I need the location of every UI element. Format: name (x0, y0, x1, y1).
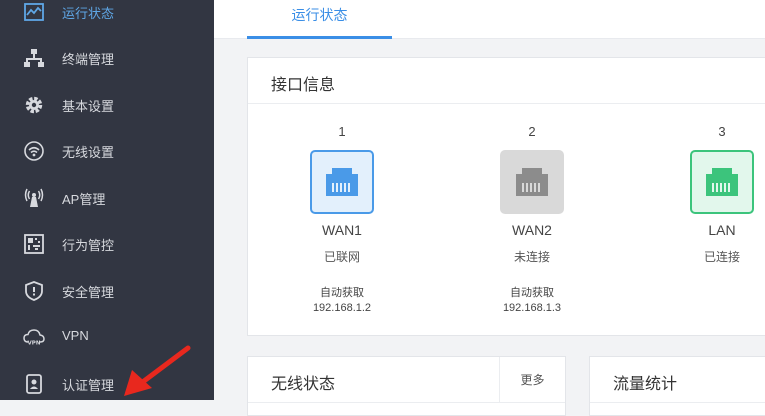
port-name: LAN (708, 222, 736, 238)
card-header: 无线状态 更多 (248, 357, 565, 403)
network-tree-icon (23, 47, 45, 69)
sidebar-item-status[interactable]: 运行状态 (0, 0, 214, 32)
chart-icon (23, 1, 45, 23)
more-button[interactable]: 更多 (499, 357, 565, 403)
port-state: 已连接 (703, 250, 740, 264)
card-title: 无线状态 (271, 376, 336, 393)
interface-port[interactable]: 2 WAN2 未连接 自动获取 192.168.1.3 (472, 124, 592, 316)
sidebar-item-terminals[interactable]: 终端管理 (0, 38, 214, 78)
card-title: 流量统计 (613, 376, 678, 393)
port-name: WAN2 (512, 222, 552, 238)
antenna-icon (23, 187, 45, 209)
sidebar-item-label: 认证管理 (62, 378, 115, 393)
sidebar-item-label: 安全管理 (62, 285, 115, 300)
tab-status[interactable]: 运行状态 (247, 0, 392, 39)
sidebar-item-basic-settings[interactable]: 基本设置 (0, 85, 214, 125)
port-ip: 192.168.1.2 (312, 302, 372, 314)
interface-port[interactable]: 3 LAN 已连接 (662, 124, 765, 264)
sidebar-item-label: VPN (62, 328, 89, 343)
sidebar-item-security[interactable]: 安全管理 (0, 271, 214, 311)
card-title: 接口信息 (271, 77, 336, 94)
sidebar-item-label: AP管理 (62, 192, 106, 207)
shield-icon (23, 280, 45, 302)
port-number: 1 (338, 124, 346, 139)
sidebar-item-wireless[interactable]: 无线设置 (0, 131, 214, 171)
port-state: 已联网 (323, 250, 360, 264)
vpn-cloud-icon: VPN (23, 326, 45, 348)
sidebar-item-label: 无线设置 (62, 145, 115, 160)
sidebar-item-behavior-control[interactable]: 行为管控 (0, 224, 214, 264)
port-name: WAN1 (322, 222, 362, 238)
sidebar-item-label: 行为管控 (62, 238, 115, 253)
ethernet-port-icon (500, 150, 564, 214)
qr-icon (23, 233, 45, 255)
svg-text:VPN: VPN (28, 341, 41, 347)
id-badge-icon (23, 373, 45, 395)
traffic-stats-card: 流量统计 (589, 356, 765, 416)
ethernet-port-icon (310, 150, 374, 214)
interface-port[interactable]: 1 WAN1 已联网 自动获取 192.168.1.2 (282, 124, 402, 316)
card-header: 流量统计 (590, 357, 765, 403)
red-arrow-annotation (124, 345, 191, 396)
wifi-icon (23, 140, 45, 162)
port-state: 未连接 (513, 250, 550, 264)
sidebar-item-ap-management[interactable]: AP管理 (0, 178, 214, 218)
port-number: 2 (528, 124, 536, 139)
port-ip-mode: 自动获取 (320, 287, 364, 299)
ethernet-port-icon (690, 150, 754, 214)
sidebar-item-label: 基本设置 (62, 99, 115, 114)
main-content: 运行状态 接口信息 1 WAN1 已联网 自动获取 192.168.1.2 2 … (214, 0, 765, 416)
gear-icon (23, 94, 45, 116)
sidebar-item-label: 终端管理 (62, 52, 115, 67)
card-header: 接口信息 (248, 58, 765, 104)
sidebar-item-label: 运行状态 (62, 6, 115, 21)
port-number: 3 (718, 124, 726, 139)
interface-info-card: 接口信息 1 WAN1 已联网 自动获取 192.168.1.2 2 WAN2 … (247, 57, 765, 336)
wireless-status-card: 无线状态 更多 (247, 356, 566, 416)
tab-bar: 运行状态 (214, 0, 765, 39)
port-ip-mode: 自动获取 (510, 287, 554, 299)
port-ip: 192.168.1.3 (502, 302, 562, 314)
